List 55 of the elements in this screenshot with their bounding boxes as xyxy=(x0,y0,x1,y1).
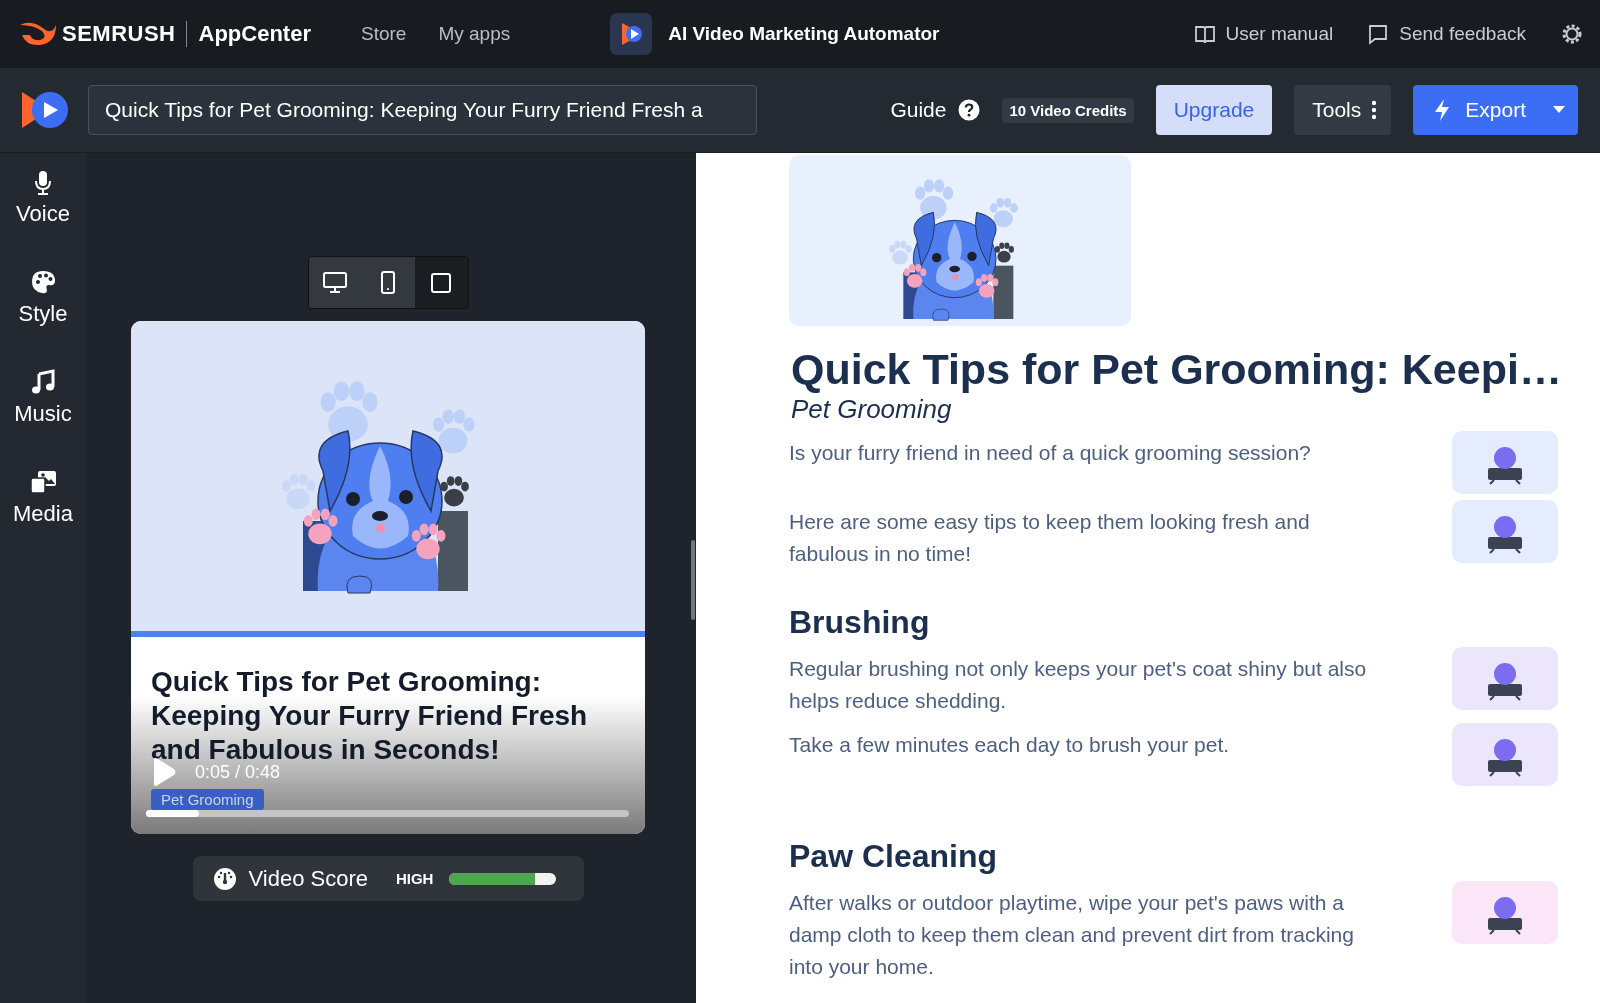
paragraph: Is your furry friend in need of a quick grooming session? xyxy=(789,440,1312,466)
book-icon xyxy=(1193,23,1216,45)
video-progress-track[interactable] xyxy=(146,810,629,817)
device-toggle[interactable] xyxy=(308,257,362,308)
resize-handle[interactable] xyxy=(690,153,696,1003)
export-button[interactable]: Export xyxy=(1413,85,1540,135)
app-logo-icon xyxy=(610,13,653,55)
kebab-menu-icon xyxy=(1371,100,1378,120)
caret-down-icon xyxy=(1553,106,1565,114)
tools-button[interactable]: Tools xyxy=(1294,85,1392,135)
device-toggle[interactable] xyxy=(361,257,415,308)
sidebar-item[interactable]: Media xyxy=(0,469,86,527)
sidebar-item[interactable]: Style xyxy=(0,269,86,327)
illustration-thumbnail[interactable] xyxy=(1452,500,1558,563)
upgrade-button[interactable]: Upgrade xyxy=(1155,85,1273,135)
guide-link[interactable]: Guide xyxy=(890,98,981,122)
paragraph: Take a few minutes each day to brush your pet. xyxy=(789,732,1231,758)
export-menu-button[interactable] xyxy=(1540,85,1578,135)
section-heading: Brushing xyxy=(789,604,931,641)
help-icon xyxy=(958,99,981,121)
monitor-icon xyxy=(322,269,348,296)
article-subtitle: Pet Grooming xyxy=(791,394,953,425)
illustration-thumbnail[interactable] xyxy=(1452,881,1558,944)
category-tag: Pet Grooming xyxy=(151,789,264,810)
credits-badge: 10 Video Credits xyxy=(1002,97,1134,123)
sidebar-item[interactable]: Voice xyxy=(0,169,86,227)
images-icon xyxy=(30,469,56,495)
nav-link[interactable]: Store xyxy=(360,23,407,45)
flame-logo-icon xyxy=(18,21,58,47)
palette-icon xyxy=(30,269,56,295)
music-note-icon xyxy=(30,369,56,395)
lightning-icon xyxy=(1433,98,1452,122)
article-title: Quick Tips for Pet Grooming: Keepi… xyxy=(791,344,1558,394)
top-link[interactable]: Send feedback xyxy=(1367,23,1526,45)
brand-name: SEMRUSH xyxy=(62,21,187,47)
paragraph: Regular brushing not only keeps your pet's coat shiny but also helps reduce shedding. xyxy=(789,656,1368,714)
top-link[interactable]: User manual xyxy=(1193,23,1334,45)
score-label: Video Score xyxy=(248,865,368,892)
illustration-thumbnail[interactable] xyxy=(1452,647,1558,710)
video-title-field[interactable]: Quick Tips for Pet Grooming: Keeping Your Furry Friend Fresh a xyxy=(88,85,757,135)
product-name: AppCenter xyxy=(197,21,311,47)
score-rating: HIGH xyxy=(395,870,434,887)
app-logo-icon xyxy=(20,90,70,130)
chat-icon xyxy=(1367,23,1390,45)
illustration-thumbnail[interactable] xyxy=(1452,723,1558,786)
sidebar-item[interactable]: Music xyxy=(0,369,86,427)
app-title: AI Video Marketing Automator xyxy=(668,23,940,45)
illustration-thumbnail[interactable] xyxy=(1452,431,1558,494)
paragraph: Here are some easy tips to keep them looking fresh and fabulous in no time! xyxy=(789,509,1311,567)
paragraph: After walks or outdoor playtime, wipe your pet's paws with a damp cloth to keep them clean and prevent dirt from tracking into your home. xyxy=(789,890,1355,980)
play-icon[interactable] xyxy=(151,757,177,787)
nav-link[interactable]: My apps xyxy=(438,23,511,45)
settings-icon[interactable] xyxy=(1560,22,1584,46)
gauge-icon xyxy=(212,866,237,891)
section-heading: Paw Cleaning xyxy=(789,838,999,875)
